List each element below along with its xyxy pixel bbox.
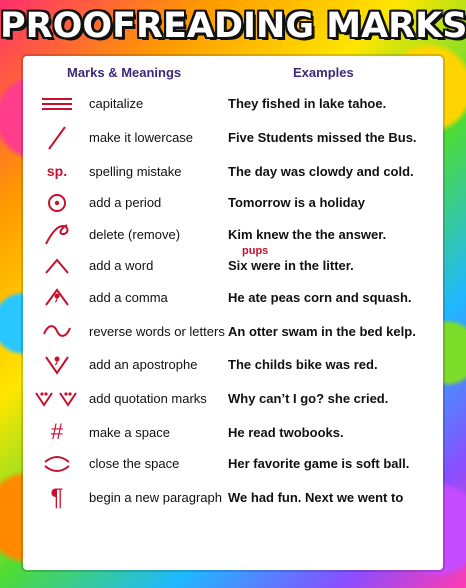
mark-meaning: begin a new paragraph [89, 490, 222, 505]
delete-mark-icon [31, 219, 83, 251]
mark-meaning: add a comma [89, 289, 168, 305]
mark-example: pups Six were in the litter. [228, 245, 440, 282]
list-item: add a period Tomorrow is a holiday [23, 187, 443, 219]
mark-example: He ate peas corn and squash. [228, 289, 412, 305]
list-item: close the space Her favorite game is sof… [23, 448, 443, 480]
mark-example: The day was clowdy and cold. [228, 163, 414, 179]
list-item: capitalize They fished in lake tahoe. [23, 88, 443, 120]
marks-column-header: Marks & Meanings [67, 65, 182, 80]
caret-icon [31, 250, 83, 282]
inserted-word-note: pups [242, 245, 269, 258]
paragraph-mark-icon: ¶ [50, 483, 64, 511]
list-item: delete (remove) Kim knew the the answer. [23, 219, 443, 251]
mark-meaning: close the space [89, 456, 180, 472]
capitalize-mark-icon [31, 88, 83, 120]
mark-example: Tomorrow is a holiday [228, 195, 366, 211]
quotation-mark-icon [31, 381, 83, 417]
close-space-icon [31, 448, 83, 480]
list-item: # make a space He read twobooks. [23, 417, 443, 449]
mark-meaning: spelling mistake [89, 163, 182, 179]
list-item: add a comma He ate peas corn and squash. [23, 282, 443, 314]
spelling-mark-icon: sp. [46, 163, 68, 180]
mark-meaning: delete (remove) [89, 226, 181, 242]
page-title: PROOFREADING MARKS [0, 6, 466, 46]
marks-list: capitalize They fished in lake tahoe. ma… [23, 88, 443, 516]
mark-example: He read twobooks. [228, 424, 344, 440]
mark-meaning: make a space [89, 424, 170, 440]
comma-caret-icon [31, 282, 83, 314]
list-item: add quotation marks Why can’t I go? she … [23, 381, 443, 417]
reverse-mark-icon [31, 313, 83, 349]
space-mark-icon: # [50, 419, 64, 445]
lowercase-slash-icon [31, 120, 83, 156]
mark-example: An otter swam in the bed kelp. [228, 323, 416, 339]
mark-meaning: add an apostrophe [89, 357, 198, 373]
examples-column-header: Examples [293, 65, 354, 80]
mark-meaning: add quotation marks [89, 391, 207, 406]
example-text: Six were in the litter. [228, 258, 354, 274]
mark-meaning: reverse words or letters [89, 323, 225, 339]
mark-example: Her favorite game is soft ball. [228, 456, 410, 472]
mark-example: Five Students missed the Bus. [228, 130, 417, 145]
apostrophe-mark-icon [31, 349, 83, 381]
mark-meaning: capitalize [89, 96, 144, 112]
mark-meaning: make it lowercase [89, 130, 194, 145]
mark-meaning: add a period [89, 195, 162, 211]
mark-meaning: add a word [89, 258, 154, 274]
list-item: sp. spelling mistake The day was clowdy … [23, 156, 443, 188]
period-mark-icon [31, 187, 83, 219]
list-item: reverse words or letters An otter swam i… [23, 313, 443, 349]
marks-chart-panel: Marks & Meanings Examples capitalize The… [23, 56, 443, 570]
list-item: ¶ begin a new paragraph We had fun. Next… [23, 480, 443, 516]
mark-example: They fished in lake tahoe. [228, 96, 387, 112]
mark-example: We had fun. Next we went to [228, 490, 404, 505]
list-item: add a word pups Six were in the litter. [23, 245, 443, 282]
mark-example: Why can’t I go? she cried. [228, 391, 389, 406]
list-item: make it lowercase Five Students missed t… [23, 120, 443, 156]
mark-example: The childs bike was red. [228, 357, 378, 373]
list-item: add an apostrophe The childs bike was re… [23, 349, 443, 381]
